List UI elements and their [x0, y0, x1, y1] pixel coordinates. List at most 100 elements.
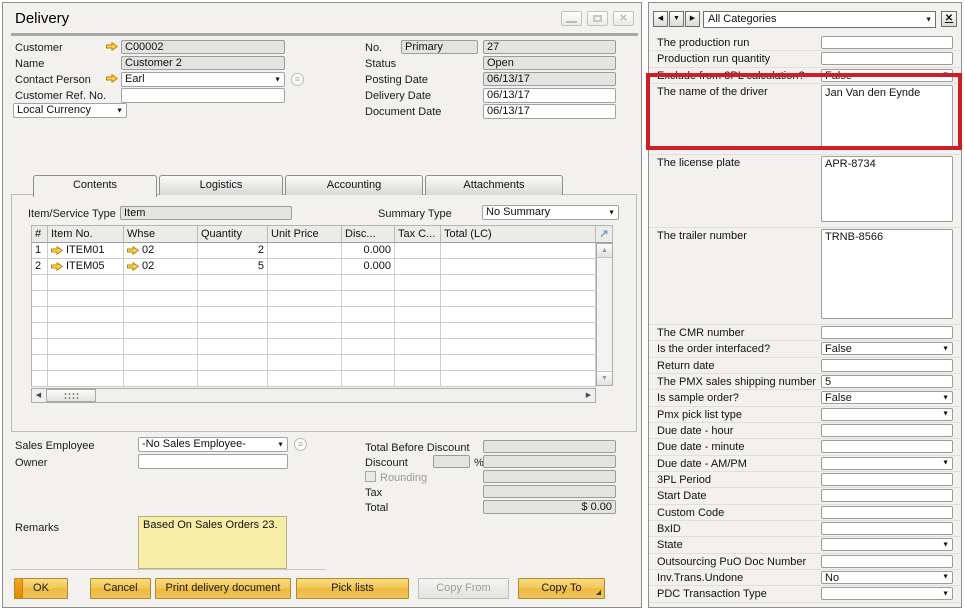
remarks-textarea[interactable]: Based On Sales Orders 23. — [138, 516, 287, 569]
sales-employee-select[interactable]: -No Sales Employee- ▼ — [138, 437, 288, 452]
cell-disc[interactable] — [342, 307, 395, 323]
cell-unit-price[interactable] — [268, 259, 342, 275]
is-the-order-interfaced-select[interactable]: False▼ — [821, 342, 953, 355]
return-date-input[interactable] — [821, 359, 953, 372]
column-header-tax-c[interactable]: Tax C... — [395, 226, 441, 243]
cell-unit-price[interactable] — [268, 307, 342, 323]
posting-date-field[interactable]: 06/13/17 — [483, 72, 616, 86]
cell-tax-c[interactable] — [395, 323, 441, 339]
cancel-button[interactable]: Cancel — [90, 578, 151, 599]
scrollbar-thumb[interactable] — [46, 389, 96, 402]
cell-row-number[interactable] — [32, 307, 48, 323]
nav-next-button[interactable]: ▶ — [685, 11, 700, 27]
inv-trans-undone-select[interactable]: No▼ — [821, 571, 953, 584]
column-header-row-number[interactable]: # — [32, 226, 48, 243]
scroll-right-icon[interactable]: ▶ — [582, 389, 595, 402]
edit-icon[interactable]: ≡ — [291, 73, 304, 86]
cell-unit-price[interactable] — [268, 323, 342, 339]
cell-row-number[interactable] — [32, 339, 48, 355]
the-cmr-number-input[interactable] — [821, 326, 953, 339]
cell-quantity[interactable] — [198, 371, 268, 387]
column-header-item-no[interactable]: Item No. — [48, 226, 124, 243]
cell-row-number[interactable] — [32, 355, 48, 371]
column-header-unit-price[interactable]: Unit Price — [268, 226, 342, 243]
contact-person-select[interactable]: Earl ▼ — [121, 72, 285, 87]
cell-total-lc[interactable] — [441, 275, 596, 291]
custom-code-input[interactable] — [821, 506, 953, 519]
item-service-type-field[interactable]: Item — [120, 206, 292, 220]
cell-quantity[interactable] — [198, 355, 268, 371]
owner-input[interactable] — [138, 454, 288, 469]
cell-unit-price[interactable] — [268, 291, 342, 307]
the-production-run-input[interactable] — [821, 36, 953, 49]
the-license-plate-textarea[interactable]: APR-8734 — [821, 156, 953, 222]
delivery-date-input[interactable]: 06/13/17 — [483, 88, 616, 103]
cell-row-number[interactable] — [32, 291, 48, 307]
outsourcing-puo-doc-number-input[interactable] — [821, 555, 953, 568]
pdc-transaction-type-select[interactable]: ▼ — [821, 587, 953, 600]
cell-whse[interactable] — [124, 275, 198, 291]
cell-total-lc[interactable] — [441, 371, 596, 387]
link-arrow-icon[interactable] — [127, 246, 139, 255]
cell-row-number[interactable]: 2 — [32, 259, 48, 275]
cell-unit-price[interactable] — [268, 243, 342, 259]
pick-lists-button[interactable]: Pick lists — [296, 578, 409, 599]
cell-whse[interactable] — [124, 323, 198, 339]
link-arrow-icon[interactable] — [51, 246, 63, 255]
cell-unit-price[interactable] — [268, 355, 342, 371]
start-date-input[interactable] — [821, 489, 953, 502]
cell-tax-c[interactable] — [395, 371, 441, 387]
bxid-input[interactable] — [821, 522, 953, 535]
customer-ref-input[interactable] — [121, 88, 285, 103]
cell-disc[interactable] — [342, 339, 395, 355]
the-trailer-number-textarea[interactable]: TRNB-8566 — [821, 229, 953, 319]
cell-quantity[interactable]: 5 — [198, 259, 268, 275]
cell-unit-price[interactable] — [268, 339, 342, 355]
cell-item-no[interactable] — [48, 339, 124, 355]
cell-whse[interactable] — [124, 307, 198, 323]
cell-disc[interactable] — [342, 275, 395, 291]
customer-field[interactable]: C00002 — [121, 40, 285, 54]
the-pmx-sales-shipping-number-input[interactable]: 5 — [821, 375, 953, 388]
cell-item-no[interactable] — [48, 291, 124, 307]
cell-quantity[interactable] — [198, 339, 268, 355]
cell-item-no[interactable] — [48, 355, 124, 371]
column-header-quantity[interactable]: Quantity — [198, 226, 268, 243]
cell-tax-c[interactable] — [395, 355, 441, 371]
cell-total-lc[interactable] — [441, 291, 596, 307]
cell-disc[interactable] — [342, 355, 395, 371]
copy-to-button[interactable]: Copy To — [518, 578, 605, 599]
minimize-button[interactable] — [561, 11, 582, 26]
pmx-pick-list-type-select[interactable]: ▼ — [821, 408, 953, 421]
cell-disc[interactable] — [342, 291, 395, 307]
cell-tax-c[interactable] — [395, 259, 441, 275]
close-button[interactable]: ✕ — [613, 11, 634, 26]
cell-quantity[interactable] — [198, 275, 268, 291]
cell-whse[interactable] — [124, 339, 198, 355]
state-select[interactable]: ▼ — [821, 538, 953, 551]
cell-row-number[interactable]: 1 — [32, 243, 48, 259]
cell-item-no[interactable] — [48, 371, 124, 387]
cell-disc[interactable] — [342, 323, 395, 339]
category-select[interactable]: All Categories ▼ — [703, 11, 936, 28]
customer-name-field[interactable]: Customer 2 — [121, 56, 285, 70]
cell-whse[interactable]: 02 — [124, 243, 198, 259]
the-name-of-the-driver-textarea[interactable]: Jan Van den Eynde — [821, 85, 953, 149]
exclude-from-3pl-calculation-select[interactable]: False▼ — [821, 69, 953, 82]
tab-contents[interactable]: Contents — [33, 175, 157, 197]
cell-item-no[interactable] — [48, 323, 124, 339]
cell-quantity[interactable] — [198, 291, 268, 307]
due-date-hour-input[interactable] — [821, 424, 953, 437]
link-arrow-icon[interactable] — [106, 42, 118, 51]
cell-item-no[interactable]: ITEM05 — [48, 259, 124, 275]
cell-unit-price[interactable] — [268, 371, 342, 387]
cell-tax-c[interactable] — [395, 307, 441, 323]
cell-row-number[interactable] — [32, 323, 48, 339]
cell-tax-c[interactable] — [395, 291, 441, 307]
summary-type-select[interactable]: No Summary ▼ — [482, 205, 619, 220]
cell-whse[interactable]: 02 — [124, 259, 198, 275]
scrollbar-track[interactable] — [97, 389, 582, 402]
is-sample-order-select[interactable]: False▼ — [821, 391, 953, 404]
discount-percent-input[interactable] — [433, 455, 470, 468]
cell-total-lc[interactable] — [441, 307, 596, 323]
